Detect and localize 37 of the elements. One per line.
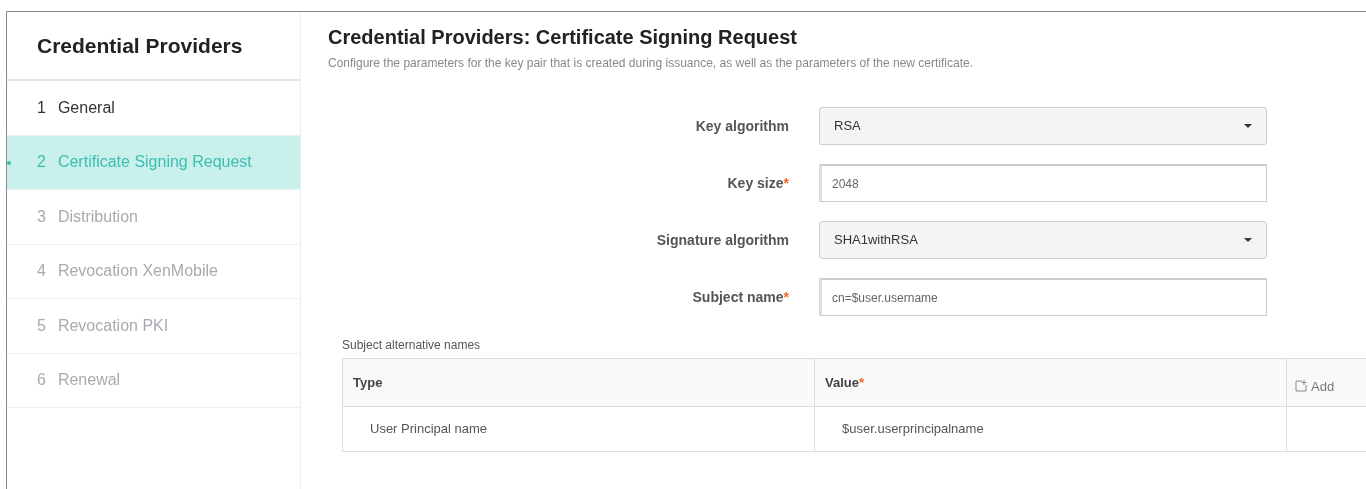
input-field[interactable]: cn=$user.username bbox=[819, 278, 1267, 316]
required-mark: * bbox=[783, 173, 789, 193]
caret-icon bbox=[1244, 238, 1252, 242]
add-icon bbox=[1295, 380, 1307, 393]
sidebar-title: Credential Providers bbox=[37, 32, 243, 59]
required-mark: * bbox=[858, 373, 865, 392]
table-cell-text: User Principal name bbox=[370, 420, 488, 439]
dropdown[interactable]: SHA1withRSA bbox=[819, 221, 1267, 259]
sidebar-item[interactable]: 1 General bbox=[7, 81, 300, 136]
field-label: Signature algorithm bbox=[656, 230, 789, 250]
required-mark: * bbox=[783, 287, 789, 307]
step-label: Renewal bbox=[57, 370, 121, 391]
column-header: Value bbox=[825, 373, 859, 392]
input-field[interactable]: 2048 bbox=[819, 164, 1267, 202]
table-caption: Subject alternative names bbox=[342, 337, 482, 354]
step-label: Revocation XenMobile bbox=[57, 261, 218, 282]
column-header: Type bbox=[353, 373, 383, 392]
field-label: Subject name bbox=[692, 287, 784, 307]
step-number: 4 bbox=[37, 261, 46, 282]
field-label: Key algorithm bbox=[695, 116, 789, 136]
step-number: 1 bbox=[37, 97, 46, 118]
field-label: Key size bbox=[727, 173, 784, 193]
table-cell-text: $user.userprincipalname bbox=[842, 420, 984, 439]
page-title: Credential Providers: Certificate Signing Request bbox=[328, 25, 798, 50]
step-number: 3 bbox=[37, 206, 46, 227]
page-description: Configure the parameters for the key pair that is created during issuance, as well as the parameters of the new certificate. bbox=[328, 55, 974, 72]
add-button[interactable]: Add bbox=[1295, 376, 1335, 396]
caret-icon bbox=[1244, 124, 1252, 128]
step-number: 6 bbox=[37, 370, 46, 391]
step-label: Revocation PKI bbox=[57, 315, 169, 336]
step-label: General bbox=[57, 97, 115, 118]
step-number: 5 bbox=[37, 315, 46, 336]
step-label: Distribution bbox=[57, 206, 138, 227]
dropdown[interactable]: RSA bbox=[819, 107, 1267, 145]
selected-indicator-icon bbox=[7, 160, 11, 165]
step-number: 2 bbox=[37, 152, 46, 173]
step-label: Certificate Signing Request bbox=[57, 152, 252, 173]
